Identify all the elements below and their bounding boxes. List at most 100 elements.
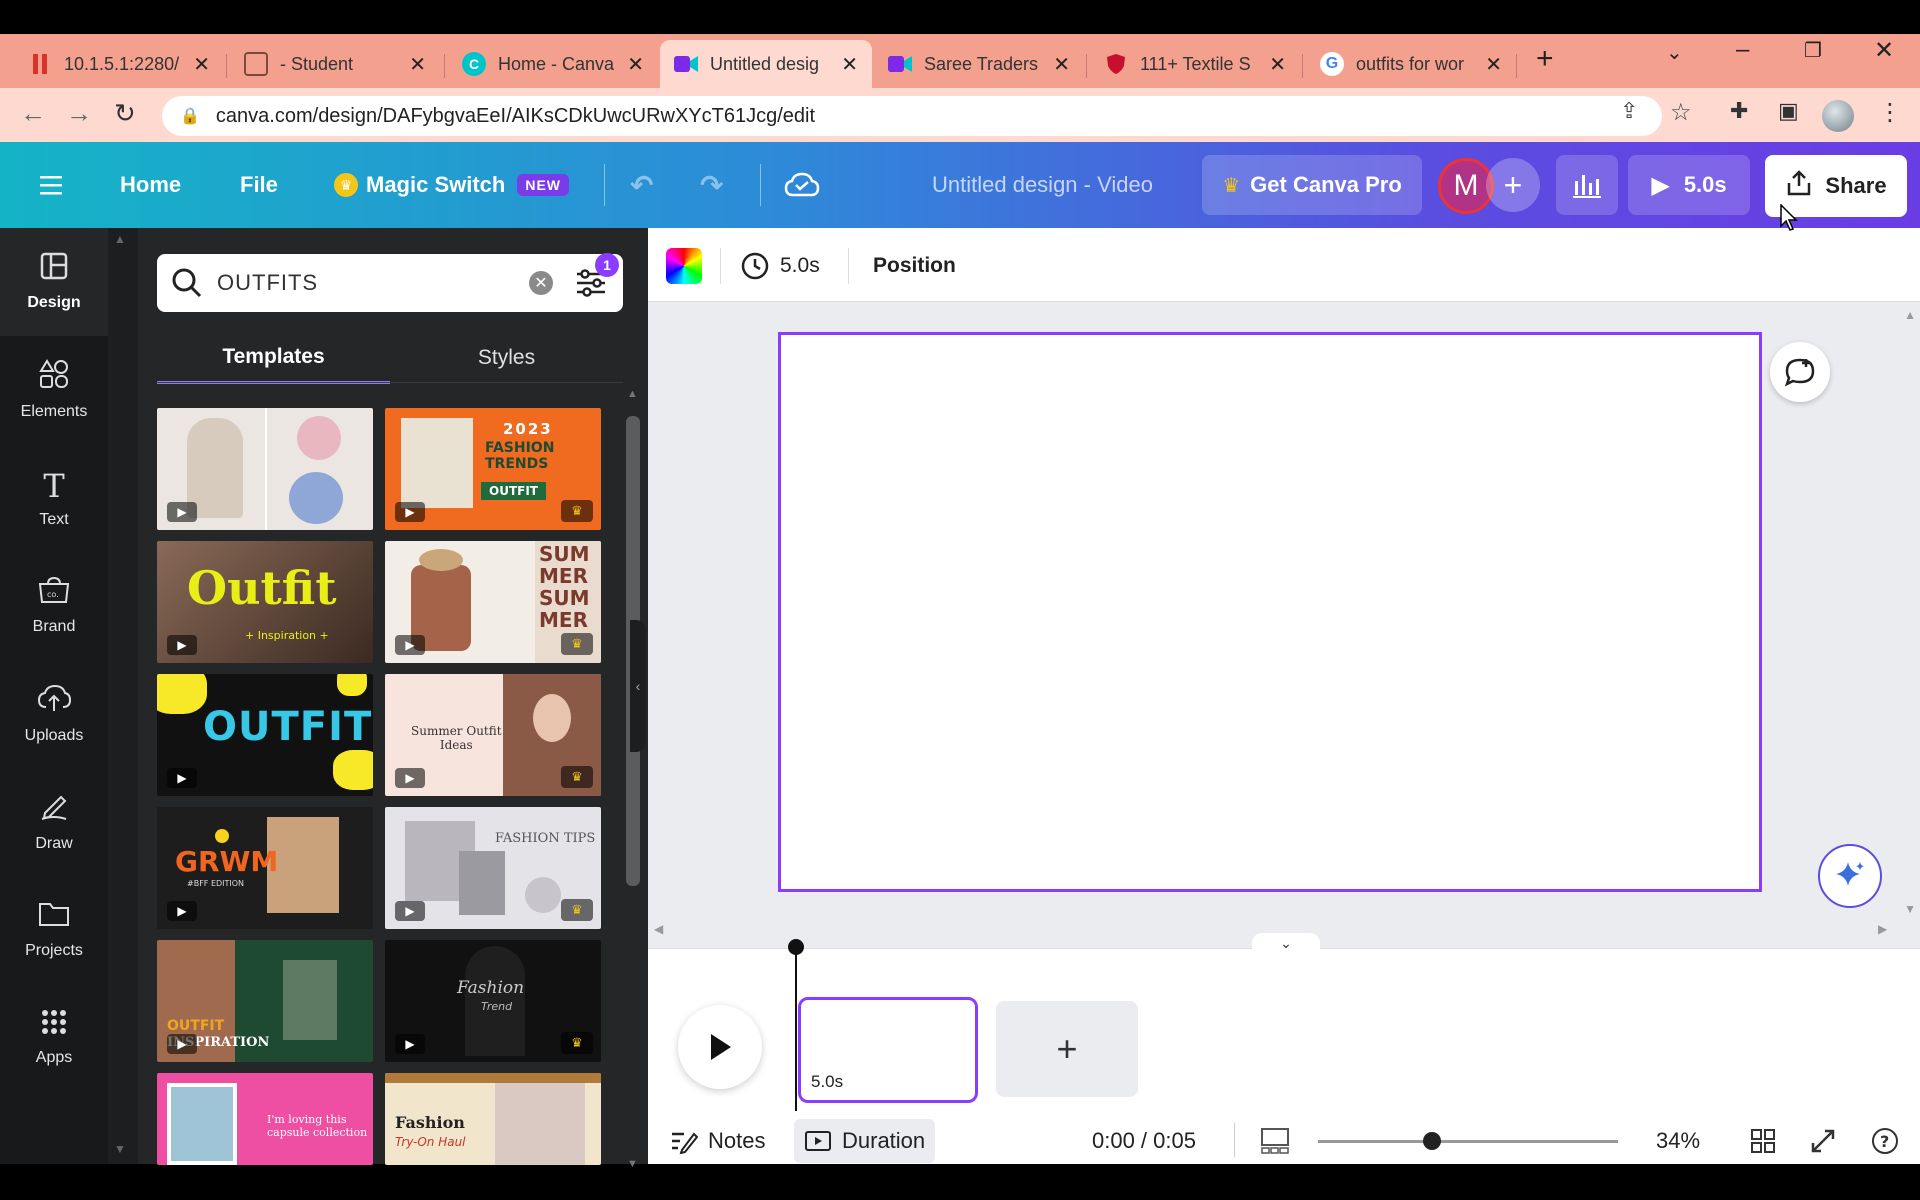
duration-control[interactable]: 5.0s xyxy=(740,246,820,286)
address-bar[interactable]: 🔒 canva.com/design/DAFybgvaEeI/AIKsCDkUw… xyxy=(162,96,1662,136)
scroll-up-icon[interactable]: ▲ xyxy=(114,232,126,246)
restore-icon[interactable]: ❐ xyxy=(1804,38,1822,63)
notes-label: Notes xyxy=(708,1128,766,1153)
collapse-panel-chevron-icon[interactable]: ‹ xyxy=(630,620,646,752)
template-card[interactable]: Fashion Trend ▶ ♛ xyxy=(385,940,601,1062)
insights-chart-icon[interactable] xyxy=(1556,155,1618,215)
play-button[interactable] xyxy=(678,1005,762,1089)
zoom-slider[interactable] xyxy=(1318,1132,1618,1150)
close-icon[interactable]: ✕ xyxy=(1053,52,1070,77)
panel-scrollbar-track[interactable]: ▲ ▼ xyxy=(108,228,138,1164)
scroll-left-icon[interactable]: ◀ xyxy=(654,922,663,936)
clear-search-icon[interactable]: ✕ xyxy=(529,271,553,295)
duration-button[interactable]: Duration xyxy=(794,1119,936,1163)
add-page-button[interactable]: + xyxy=(996,1001,1138,1097)
close-icon[interactable]: ✕ xyxy=(627,52,644,77)
profile-avatar[interactable] xyxy=(1822,100,1854,132)
template-card[interactable]: OUTFIT ▶ xyxy=(157,674,373,796)
timeline-clip[interactable]: 5.0s xyxy=(798,997,978,1103)
rail-item-elements[interactable]: Elements xyxy=(0,336,108,444)
help-icon[interactable]: ? xyxy=(1870,1119,1900,1163)
rail-item-design[interactable]: Design xyxy=(0,228,108,336)
undo-icon[interactable]: ↶ xyxy=(630,142,653,228)
bookmark-star-icon[interactable]: ☆ xyxy=(1670,98,1692,127)
close-icon[interactable]: ✕ xyxy=(841,52,858,77)
browser-tab[interactable]: G outfits for wor ✕ xyxy=(1306,40,1516,88)
reload-icon[interactable]: ↻ xyxy=(114,98,136,129)
extensions-puzzle-icon[interactable]: ✚ xyxy=(1730,98,1748,124)
browser-tab[interactable]: - Student ✕ xyxy=(230,40,440,88)
side-panel-icon[interactable]: ▣ xyxy=(1778,98,1799,124)
template-card[interactable]: ▶ xyxy=(157,408,373,530)
template-card[interactable]: SUM MER SUM MER ▶ ♛ xyxy=(385,541,601,663)
template-card[interactable]: 2023 FASHION TRENDS OUTFIT ▶ ♛ xyxy=(385,408,601,530)
template-card[interactable]: I'm loving this capsule collection xyxy=(157,1073,373,1165)
collapse-timeline-chevron-icon[interactable]: ⌄ xyxy=(1252,933,1320,953)
browser-tab-active[interactable]: Untitled desig ✕ xyxy=(660,40,872,88)
rail-item-brand[interactable]: co. Brand xyxy=(0,552,108,660)
forward-arrow-icon[interactable]: → xyxy=(66,98,92,129)
back-arrow-icon[interactable]: ← xyxy=(20,98,46,129)
fullscreen-icon[interactable] xyxy=(1810,1119,1836,1163)
browser-tab[interactable]: C Home - Canva ✕ xyxy=(448,40,658,88)
tab-search-chevron-icon[interactable]: ⌄ xyxy=(1666,40,1683,65)
kebab-menu-icon[interactable]: ⋮ xyxy=(1878,98,1902,127)
student-portal-icon xyxy=(244,52,268,76)
scroll-down-icon[interactable]: ▼ xyxy=(627,1158,638,1170)
new-tab-button[interactable]: + xyxy=(1536,42,1554,76)
document-title[interactable]: Untitled design - Video xyxy=(932,142,1153,228)
close-icon[interactable]: ✕ xyxy=(409,52,426,77)
browser-tab[interactable]: 10.1.5.1:2280/ ✕ xyxy=(14,40,224,88)
get-canva-pro-button[interactable]: ♛ Get Canva Pro xyxy=(1202,155,1422,215)
rail-item-draw[interactable]: Draw xyxy=(0,768,108,876)
present-play-button[interactable]: ▶ 5.0s xyxy=(1628,155,1750,215)
scroll-up-icon[interactable]: ▲ xyxy=(627,388,638,400)
scroll-up-icon[interactable]: ▲ xyxy=(1904,308,1916,322)
template-card[interactable]: FASHION TIPS ▶ ♛ xyxy=(385,807,601,929)
close-icon[interactable]: ✕ xyxy=(1269,52,1286,77)
browser-tab-strip: 10.1.5.1:2280/ ✕ - Student ✕ C Home - Ca… xyxy=(0,34,1920,88)
position-button[interactable]: Position xyxy=(873,246,956,286)
magic-assistant-sparkle-icon[interactable] xyxy=(1818,844,1882,908)
zoom-slider-knob[interactable] xyxy=(1423,1132,1441,1150)
template-card[interactable]: GRWM #BFF EDITION ▶ xyxy=(157,807,373,929)
tab-styles[interactable]: Styles xyxy=(390,332,623,384)
file-menu-button[interactable]: File xyxy=(240,142,278,228)
grid-view-icon[interactable] xyxy=(1750,1119,1776,1163)
zoom-percentage[interactable]: 34% xyxy=(1656,1119,1700,1163)
template-card[interactable]: Fashion Try-On Haul xyxy=(385,1073,601,1165)
page-view-icon[interactable] xyxy=(1260,1119,1290,1163)
scroll-right-icon[interactable]: ▶ xyxy=(1878,922,1887,936)
browser-tab[interactable]: Saree Traders ✕ xyxy=(874,40,1084,88)
filter-sliders-icon[interactable]: 1 xyxy=(573,253,619,301)
color-swatch-icon[interactable] xyxy=(666,248,702,284)
close-icon[interactable]: ✕ xyxy=(1485,52,1502,77)
design-canvas[interactable] xyxy=(778,332,1762,892)
notes-button[interactable]: Notes xyxy=(670,1119,765,1163)
play-icon: ▶ xyxy=(395,502,425,522)
hamburger-icon[interactable] xyxy=(38,142,64,228)
template-card[interactable]: Outfit + Inspiration + ▶ xyxy=(157,541,373,663)
home-button[interactable]: Home xyxy=(120,142,181,228)
templates-scrollbar[interactable]: ▲ ▼ xyxy=(622,388,644,1170)
window-close-icon[interactable]: ✕ xyxy=(1874,36,1894,65)
rail-item-apps[interactable]: Apps xyxy=(0,984,108,1092)
rail-item-uploads[interactable]: Uploads xyxy=(0,660,108,768)
redo-icon[interactable]: ↷ xyxy=(700,142,723,228)
template-card[interactable]: OUTFIT INSPIRATION ▶ xyxy=(157,940,373,1062)
scroll-down-icon[interactable]: ▼ xyxy=(114,1142,126,1156)
cloud-saved-icon[interactable] xyxy=(784,142,820,228)
share-page-icon[interactable]: ⇪ xyxy=(1620,98,1638,124)
minimize-icon[interactable]: – xyxy=(1736,36,1749,64)
close-icon[interactable]: ✕ xyxy=(193,52,210,77)
rail-item-projects[interactable]: Projects xyxy=(0,876,108,984)
search-input[interactable]: OUTFITS ✕ 1 xyxy=(157,253,623,312)
rail-item-text[interactable]: T Text xyxy=(0,444,108,552)
add-people-button[interactable]: + xyxy=(1486,158,1540,212)
scroll-down-icon[interactable]: ▼ xyxy=(1904,902,1916,916)
browser-tab[interactable]: 111+ Textile S ✕ xyxy=(1090,40,1300,88)
tab-templates[interactable]: Templates xyxy=(157,332,390,384)
template-card[interactable]: Summer Outfit Ideas ▶ ♛ xyxy=(385,674,601,796)
add-comment-icon[interactable] xyxy=(1770,342,1830,402)
magic-switch-button[interactable]: ♛ Magic Switch NEW xyxy=(334,142,570,228)
